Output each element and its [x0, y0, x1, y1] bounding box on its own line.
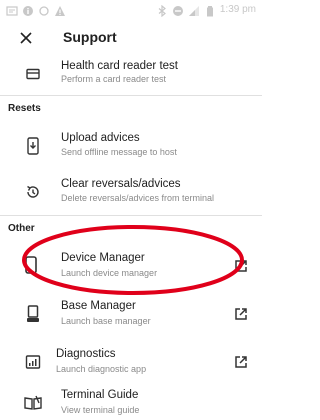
divider — [0, 95, 262, 96]
minus-circle-icon — [172, 4, 184, 16]
item-title: Terminal Guide — [61, 389, 139, 401]
book-icon — [24, 394, 42, 412]
list-item-health-card-reader-test[interactable]: Health card reader test Perform a card r… — [0, 56, 262, 92]
status-left-icons — [6, 4, 66, 16]
list-item-clear-reversals[interactable]: Clear reversals/advices Delete reversals… — [0, 174, 262, 212]
list-item-upload-advices[interactable]: Upload advices Send offline message to h… — [0, 128, 262, 166]
open-external-icon[interactable] — [234, 259, 248, 273]
info-icon — [22, 4, 34, 16]
list-item-diagnostics[interactable]: Diagnostics Launch diagnostic app — [0, 344, 262, 382]
base-icon — [24, 305, 42, 323]
item-title: Health card reader test — [61, 60, 178, 72]
page-title: Support — [63, 29, 117, 45]
history-icon — [24, 183, 42, 201]
close-icon — [20, 32, 32, 44]
status-bar: 1:39 pm — [0, 0, 262, 20]
sync-icon — [38, 4, 50, 16]
close-button[interactable] — [16, 28, 36, 48]
open-external-icon[interactable] — [234, 307, 248, 321]
card-reader-icon — [24, 65, 42, 83]
item-title: Diagnostics — [56, 348, 116, 360]
item-subtitle: Launch diagnostic app — [56, 364, 147, 374]
section-header-resets: Resets — [8, 103, 41, 114]
upload-icon — [24, 137, 42, 155]
item-subtitle: Launch device manager — [61, 268, 158, 278]
signal-icon — [188, 4, 200, 16]
item-title: Device Manager — [61, 252, 145, 264]
message-icon — [6, 4, 18, 16]
item-subtitle: Send offline message to host — [61, 147, 177, 157]
list-item-terminal-guide[interactable]: Terminal Guide View terminal guide — [0, 386, 262, 420]
warning-icon — [54, 4, 66, 16]
item-subtitle: Delete reversals/advices from terminal — [61, 193, 215, 203]
diagnostics-icon — [24, 353, 42, 371]
item-subtitle: Perform a card reader test — [61, 74, 167, 84]
bluetooth-icon — [156, 4, 168, 18]
item-subtitle: View terminal guide — [61, 405, 140, 415]
open-external-icon[interactable] — [234, 355, 248, 369]
divider — [0, 215, 262, 216]
app-bar: Support — [0, 20, 262, 56]
list-item-device-manager[interactable]: Device Manager Launch device manager — [0, 248, 262, 286]
item-title: Base Manager — [61, 300, 136, 312]
phone-icon — [22, 256, 40, 274]
status-time: 1:39 pm — [219, 4, 256, 15]
battery-icon — [204, 4, 216, 17]
item-title: Upload advices — [61, 132, 140, 144]
status-right-icons: 1:39 pm — [156, 4, 256, 18]
item-subtitle: Launch base manager — [61, 316, 151, 326]
list-item-base-manager[interactable]: Base Manager Launch base manager — [0, 296, 262, 334]
section-header-other: Other — [8, 223, 35, 234]
item-title: Clear reversals/advices — [61, 178, 181, 190]
